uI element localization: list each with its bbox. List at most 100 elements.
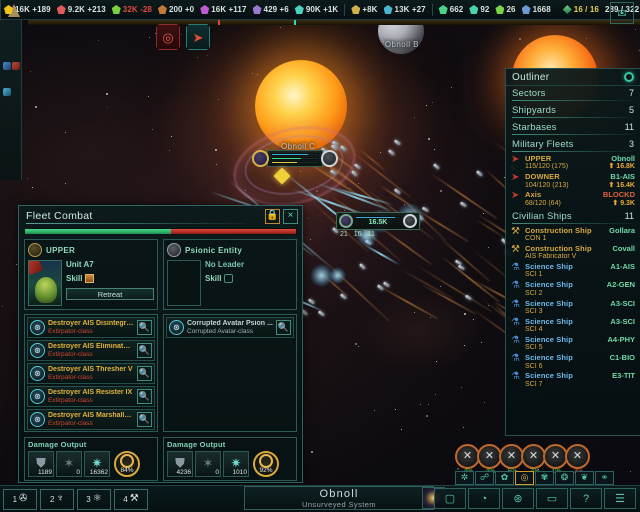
zoom-to-ship-icon[interactable]: 🔍 [137,343,152,358]
ship-name: Corrupted Avatar Psion ... [187,319,273,327]
tech-icon[interactable]: ✾ [535,470,554,485]
species-icon[interactable]: ✿ [495,470,514,485]
hotkey-slot-1[interactable]: 1 ✇ [3,488,37,510]
outliner-item[interactable]: ⚗ Science Ship SCI 3 A3-SCI [506,299,640,317]
zoom-to-ship-icon[interactable]: 🔍 [276,320,291,335]
outliner-category-shipyards[interactable]: Shipyards 5 [506,103,640,117]
resource-physics-research[interactable]: 662 [436,0,467,20]
hotkey-slot-4[interactable]: 4 ⚒ [114,488,148,510]
outliner-category-civilian-ships[interactable]: Civilian Ships 11 [506,209,640,223]
menu-icon[interactable]: ☰ [604,488,636,509]
combat-marker-main[interactable] [252,150,338,167]
target-icon[interactable]: ◎ [515,470,534,485]
outliner-item[interactable]: ⚗ Science Ship SCI 5 A4-PHY [506,335,640,353]
outliner-item[interactable]: ➤ UPPER 115/120 (175) Obnoll ⬆ 16.8K [506,154,640,172]
resource-society-research[interactable]: 92 [466,0,492,20]
outliner-item[interactable]: ⚒ Construction Ship AIS Fabricator V Covall [506,244,640,262]
system-info-box[interactable]: Obnoll Unsurveyed System [244,486,434,510]
naval-capacity[interactable]: 16 / 16 [560,0,602,20]
planets-icon[interactable]: ✲ [455,470,474,485]
hotkey-slot-3[interactable]: 3 ⚛ [77,488,111,510]
government-icon[interactable]: ❦ [575,470,594,485]
category-rule [512,222,634,224]
resource-engineering-research[interactable]: 26 [492,0,518,20]
outliner-item[interactable]: ⚒ Construction Ship CON 1 Gollara [506,226,640,244]
resource-exotic-gas[interactable]: +8K [348,0,380,20]
crosshair-alert-icon[interactable]: ◎ [156,24,180,50]
outliner-body[interactable]: Sectors 7 Shipyards 5 Starbases 11 Military Fl… [506,86,640,435]
ship-sprite[interactable] [376,283,385,291]
ship-sprite[interactable] [339,145,347,153]
outliner-item[interactable]: ⚗ Science Ship SCI 6 C1-BIO [506,353,640,371]
combat-marker-fleet[interactable]: 16.5K 21 10 11 [336,212,420,238]
resource-consumer-goods[interactable]: 16K +117 [197,0,249,20]
hotkey-slot-2[interactable]: 2 ♆ [40,488,74,510]
outliner-category-military-fleets[interactable]: Military Fleets 3 [506,137,640,151]
resource-population[interactable]: 1668 [519,0,554,20]
resource-research[interactable]: 13K +27 [381,0,429,20]
resource-food[interactable]: 32K -28 [109,0,155,20]
bottom-right-buttons: ▢ ◔ ⊛ ▭? ☰ [434,488,636,509]
notification-corner-button[interactable]: ✉ [610,2,634,24]
item-sub: SCI 2 [525,289,543,297]
ship-sprite[interactable] [475,170,484,178]
resource-value-food: 32K -28 [122,5,152,14]
left-chip-1[interactable] [3,62,11,70]
planet-view-icon[interactable]: ◔ [468,488,500,509]
outliner-category-starbases[interactable]: Starbases 11 [506,120,640,134]
ship-entry[interactable]: ⊛ Destroyer AIS Resister IX Extirpator-cla… [27,386,155,407]
explosion-effect [310,264,334,288]
leaders-icon[interactable]: ☍ [475,470,494,485]
ship-sprite[interactable] [358,262,366,270]
ship-entry[interactable]: ⊛ Destroyer AIS Disintegra ... Extirpator-… [27,317,155,338]
item-status: Covall [612,244,635,253]
resource-alloys[interactable]: 200 +0 [155,0,197,20]
outliner-item[interactable]: ⚗ Science Ship SCI 7 E3-TIT [506,371,640,389]
outliner-item[interactable]: ⚗ Science Ship SCI 4 A3-SCI [506,317,640,335]
science-ship-icon: ⚗ [511,280,520,292]
situation-icon[interactable]: ❂ [555,470,574,485]
ship-sprite[interactable] [388,149,396,157]
divider [344,3,346,16]
ship-entry[interactable]: ⊛ Corrupted Avatar Psion ... Corrupted Ava… [166,317,294,338]
trade-icon[interactable]: ⚭ [595,470,614,485]
outliner-item[interactable]: ⚗ Science Ship SCI 2 A2-GEN [506,280,640,298]
item-text: Construction Ship AIS Fabricator V [525,245,609,261]
message-icon[interactable]: ▭ [536,488,568,509]
resource-minerals[interactable]: 9.2K +213 [54,0,109,20]
ship-entry[interactable]: ⊛ Destroyer AIS Eliminator VI Extirpator-c… [27,340,155,361]
outliner-item[interactable]: ➤ DOWNER 104/120 (213) B1-AIS ⬆ 16.4K [506,172,640,190]
ship-entry[interactable]: ⊛ Destroyer AIS Thresher V Extirpator-clas… [27,363,155,384]
ship-entry[interactable]: ⊛ Destroyer AIS Marshaller VI Extirpator-c… [27,409,155,430]
fleet-alert-icon[interactable]: ➤ [186,24,210,50]
ship-list-left[interactable]: ⊛ Destroyer AIS Disintegra ... Extirpator-… [24,314,158,432]
item-text: Science Ship SCI 7 [525,372,609,388]
zoom-to-ship-icon[interactable]: 🔍 [137,412,152,427]
galaxy-search-icon[interactable]: ⊛ [502,488,534,509]
leader-portrait[interactable] [28,260,62,306]
resource-value-energy-credits: 16K +189 [15,5,51,14]
zoom-to-ship-icon[interactable]: 🔍 [137,389,152,404]
resource-influence[interactable]: 429 +6 [250,0,292,20]
outliner-item[interactable]: ⚗ Science Ship SCI 1 A1-AIS [506,262,640,280]
zoom-to-ship-icon[interactable]: 🔍 [137,320,152,335]
gear-icon[interactable] [624,72,634,82]
help-icon[interactable]: ? [570,488,602,509]
ship-sprite[interactable] [432,163,441,171]
outliner-item[interactable]: ➤ Axis 68/120 (64) BLOCKD ⬆ 9.3K [506,190,640,208]
item-status: A3-SCI [610,299,635,308]
map-mode-icon[interactable]: ▢ [434,488,466,509]
accuracy-value-right: 92% [259,467,273,474]
outliner-category-sectors[interactable]: Sectors 7 [506,86,640,100]
ship-list-right[interactable]: ⊛ Corrupted Avatar Psion ... Corrupted Ava… [163,314,297,432]
resource-unity[interactable]: 90K +1K [292,0,342,20]
left-chip-2[interactable] [12,62,20,70]
zoom-to-ship-icon[interactable]: 🔍 [137,366,152,381]
pin-window-button[interactable]: 🔒 [265,208,280,224]
left-chip-3[interactable] [3,88,11,96]
retreat-button[interactable]: Retreat [66,288,154,300]
empire-emblem[interactable] [0,0,20,20]
ship-sprite[interactable] [393,139,401,146]
ship-sprite[interactable] [459,201,467,208]
close-icon[interactable]: × [283,208,298,224]
